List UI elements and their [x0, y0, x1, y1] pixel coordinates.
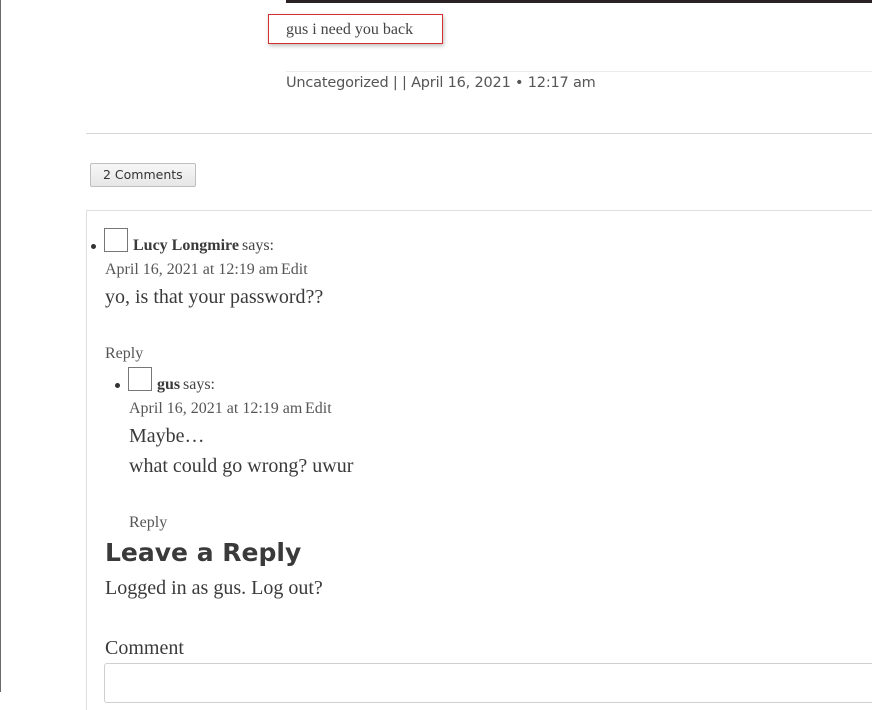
- list-bullet: [115, 383, 120, 388]
- comments-toggle-button[interactable]: 2 Comments: [90, 163, 196, 187]
- post-date-link[interactable]: April 16, 2021: [411, 75, 511, 91]
- section-divider: [86, 133, 872, 134]
- avatar: [128, 367, 152, 391]
- post-time: 12:17 am: [527, 75, 596, 91]
- meta-divider: [286, 71, 872, 72]
- category-link[interactable]: Uncategorized: [286, 75, 389, 91]
- comment-body-line: Maybe…: [129, 425, 205, 447]
- list-bullet: [91, 244, 96, 249]
- caption-text: gus i need you back: [286, 21, 414, 38]
- left-border: [0, 0, 1, 692]
- comment-reply-link[interactable]: Reply: [129, 514, 167, 532]
- logout-link[interactable]: Log out?: [251, 577, 323, 599]
- comment-author[interactable]: gus: [157, 376, 180, 394]
- avatar: [104, 228, 128, 252]
- logged-in-prefix: Logged in as: [105, 577, 214, 599]
- comment-says: says:: [242, 237, 274, 254]
- comment-date-link[interactable]: April 16, 2021 at 12:19 am: [105, 261, 278, 279]
- comment-textarea[interactable]: [104, 663, 872, 703]
- comment-author[interactable]: Lucy Longmire: [133, 237, 239, 255]
- comment-body: yo, is that your password??: [105, 286, 324, 308]
- meta-dot: •: [510, 75, 528, 91]
- comment-reply-link[interactable]: Reply: [105, 345, 143, 363]
- comment-says: says:: [183, 376, 215, 393]
- image-caption: gus i need you back: [268, 14, 443, 44]
- comment-body-line: what could go wrong? uwur: [129, 455, 354, 477]
- comment-date-link[interactable]: April 16, 2021 at 12:19 am: [129, 400, 302, 418]
- comment-edit-link[interactable]: Edit: [281, 261, 308, 279]
- profile-link[interactable]: gus: [213, 577, 241, 599]
- logged-in-line: Logged in as gus. Log out?: [105, 577, 323, 600]
- meta-separator: | |: [388, 75, 412, 91]
- comment-label: Comment: [105, 637, 184, 659]
- logged-in-period: .: [241, 577, 247, 599]
- reply-heading: Leave a Reply: [105, 538, 302, 567]
- post-meta: Uncategorized | | April 16, 2021 • 12:17…: [286, 75, 596, 91]
- comment-edit-link[interactable]: Edit: [305, 400, 332, 418]
- post-image: [286, 0, 872, 3]
